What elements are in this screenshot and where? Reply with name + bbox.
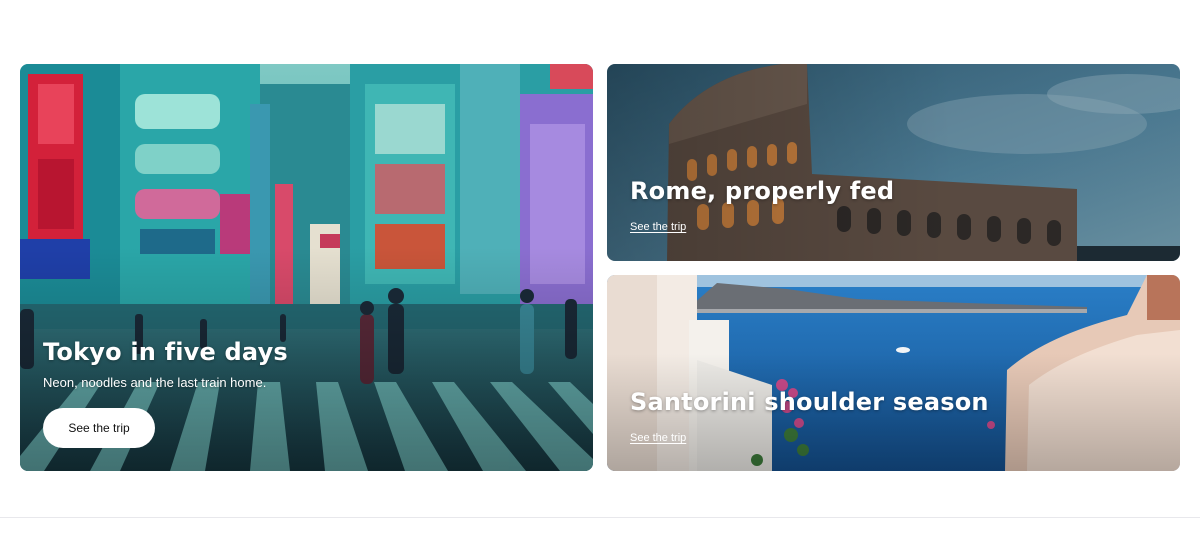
- see-the-trip-button[interactable]: See the trip: [43, 408, 155, 448]
- trip-card-tokyo[interactable]: Tokyo in five days Neon, noodles and the…: [20, 64, 593, 471]
- trip-card-santorini[interactable]: Santorini shoulder season See the trip: [607, 275, 1180, 471]
- santorini-sea-image: [607, 275, 1180, 471]
- section-divider: [0, 517, 1200, 518]
- card-subtitle: Neon, noodles and the last train home.: [43, 375, 267, 390]
- card-title: Rome, properly fed: [630, 177, 895, 205]
- trip-card-rome[interactable]: Rome, properly fed See the trip: [607, 64, 1180, 261]
- card-title: Santorini shoulder season: [630, 388, 989, 416]
- card-title: Tokyo in five days: [43, 338, 288, 366]
- colosseum-image: [607, 64, 1180, 261]
- see-the-trip-link[interactable]: See the trip: [630, 221, 686, 233]
- see-the-trip-link[interactable]: See the trip: [630, 432, 686, 444]
